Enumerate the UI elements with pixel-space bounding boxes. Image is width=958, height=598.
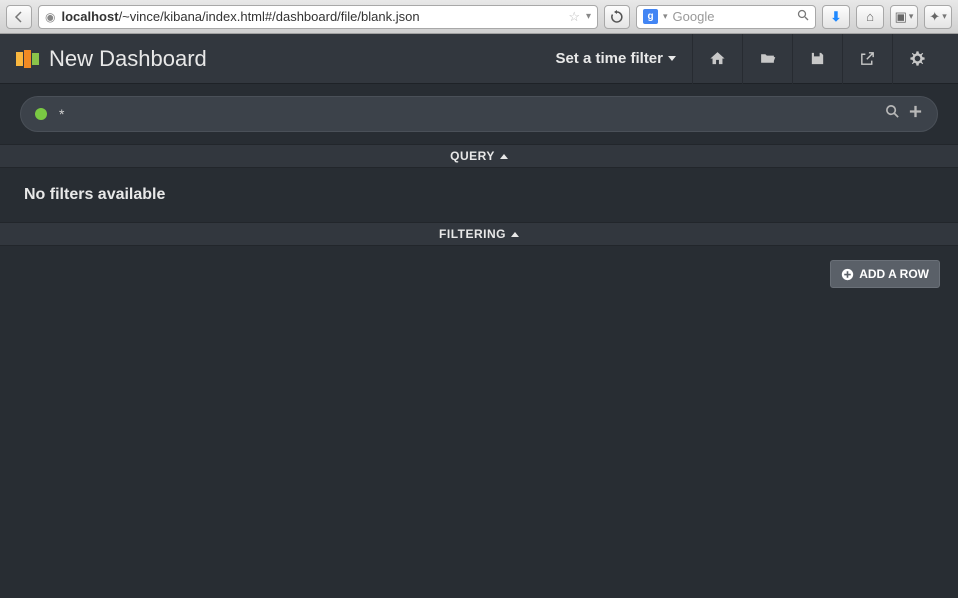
search-engine-icon: g [643, 9, 658, 24]
globe-icon: ◉ [45, 10, 55, 24]
add-row-button[interactable]: ADD A ROW [830, 260, 940, 288]
nav-back-button[interactable] [6, 5, 32, 29]
time-filter-label: Set a time filter [555, 50, 663, 67]
query-input[interactable] [59, 106, 873, 122]
browser-toolbar: ◉ localhost/~vince/kibana/index.html#/da… [0, 0, 958, 34]
home-button[interactable] [692, 34, 742, 84]
kibana-logo-icon [16, 50, 39, 68]
query-search-icon[interactable] [885, 104, 900, 124]
browser-home-button[interactable]: ⌂ [856, 5, 884, 29]
query-status-dot-icon[interactable] [35, 108, 47, 120]
plus-circle-icon [841, 268, 854, 281]
caret-down-icon [668, 56, 676, 61]
url-dropdown-icon[interactable]: ▾ [586, 11, 591, 22]
filtering-section-label: FILTERING [439, 227, 506, 241]
search-placeholder: Google [673, 9, 792, 24]
browser-extension-button-2[interactable]: ✦▾ [924, 5, 952, 29]
time-filter-dropdown[interactable]: Set a time filter [539, 50, 692, 67]
save-button[interactable] [792, 34, 842, 84]
share-button[interactable] [842, 34, 892, 84]
url-text: localhost/~vince/kibana/index.html#/dash… [61, 9, 562, 24]
open-folder-button[interactable] [742, 34, 792, 84]
add-row-label: ADD A ROW [859, 267, 929, 281]
downloads-button[interactable]: ⬇ [822, 5, 850, 29]
no-filters-text: No filters available [24, 186, 165, 203]
reload-button[interactable] [604, 5, 630, 29]
app-header: New Dashboard Set a time filter [0, 34, 958, 84]
collapse-caret-icon [511, 232, 519, 237]
filters-panel: No filters available [0, 168, 958, 222]
search-engine-dropdown-icon[interactable]: ▾ [663, 11, 668, 22]
search-icon[interactable] [797, 9, 809, 24]
query-pill [20, 96, 938, 132]
bookmark-star-icon[interactable]: ☆ [568, 9, 580, 25]
browser-search-bar[interactable]: g ▾ Google [636, 5, 816, 29]
query-area [0, 84, 958, 144]
url-bar[interactable]: ◉ localhost/~vince/kibana/index.html#/da… [38, 5, 598, 29]
collapse-caret-icon [500, 154, 508, 159]
add-row-area: ADD A ROW [0, 246, 958, 302]
dashboard-title: New Dashboard [49, 46, 207, 72]
query-section-label: QUERY [450, 149, 495, 163]
add-query-icon[interactable] [908, 104, 923, 124]
filtering-section-header[interactable]: FILTERING [0, 222, 958, 246]
browser-extension-button-1[interactable]: ▣▾ [890, 5, 918, 29]
settings-button[interactable] [892, 34, 942, 84]
query-section-header[interactable]: QUERY [0, 144, 958, 168]
